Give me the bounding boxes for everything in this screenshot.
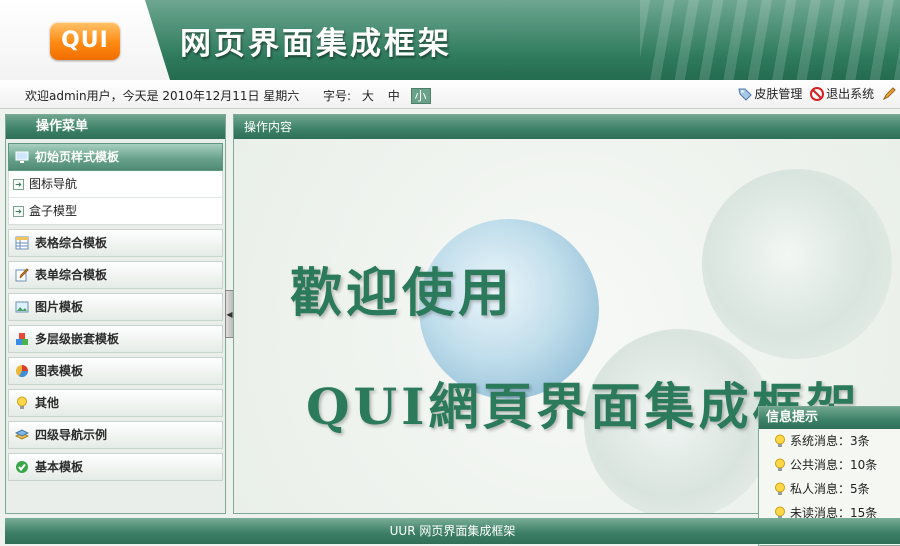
layers-icon bbox=[15, 429, 29, 440]
lightbulb-icon bbox=[17, 396, 27, 409]
globe-decoration bbox=[702, 169, 892, 359]
app-logo: QUI bbox=[50, 22, 120, 60]
sidebar-item-label: 初始页样式模板 bbox=[35, 150, 120, 164]
chevron-left-icon: ◀ bbox=[226, 309, 233, 319]
sidebar-group-nested[interactable]: 多层级嵌套模板 bbox=[8, 325, 223, 353]
sidebar-group-chart[interactable]: 图表模板 bbox=[8, 357, 223, 385]
sidebar-title: 操作菜单 bbox=[6, 115, 225, 139]
header-decoration bbox=[640, 0, 900, 80]
logout-link[interactable]: 退出系统 bbox=[810, 85, 874, 102]
lightbulb-icon bbox=[775, 482, 785, 495]
arrow-right-icon: ➜ bbox=[13, 205, 24, 217]
info-item-label: 私人消息：5条 bbox=[790, 482, 870, 496]
app-title: 网页界面集成框架 bbox=[180, 26, 452, 62]
font-size-large-button[interactable]: 大 bbox=[359, 89, 377, 103]
welcome-text: 欢迎admin用户，今天是 2010年12月11日 星期六 bbox=[25, 89, 300, 103]
sidebar-group-form[interactable]: 表单综合模板 bbox=[8, 261, 223, 289]
lightbulb-icon bbox=[775, 458, 785, 471]
sidebar-group-label: 四级导航示例 bbox=[35, 428, 108, 442]
arrow-right-icon: ➜ bbox=[13, 178, 24, 190]
status-bar: 欢迎admin用户，今天是 2010年12月11日 星期六 字号: 大 中 小 … bbox=[0, 80, 900, 109]
sidebar-group-label: 图片模板 bbox=[35, 300, 84, 314]
sidebar-group-label: 其他 bbox=[35, 396, 60, 410]
font-size-medium-button[interactable]: 中 bbox=[385, 89, 403, 103]
monitor-icon bbox=[15, 151, 29, 163]
sidebar-subitem-label: 图标导航 bbox=[29, 177, 78, 191]
sidebar-subitem-label: 盒子模型 bbox=[29, 204, 78, 218]
sidebar-group-table[interactable]: 表格综合模板 bbox=[8, 229, 223, 257]
info-panel-title: 信息提示 bbox=[759, 407, 900, 429]
sidebar-group-label: 表单综合模板 bbox=[35, 268, 108, 282]
table-icon bbox=[15, 236, 29, 250]
skin-manage-label: 皮肤管理 bbox=[754, 87, 803, 101]
sidebar-group-image[interactable]: 图片模板 bbox=[8, 293, 223, 321]
sidebar-item-initial-template[interactable]: 初始页样式模板 bbox=[8, 143, 223, 171]
sidebar-group-label: 表格综合模板 bbox=[35, 236, 108, 250]
sidebar-group-label: 基本模板 bbox=[35, 460, 84, 474]
pencil-icon bbox=[882, 86, 896, 100]
no-entry-icon bbox=[810, 86, 825, 101]
sidebar-sub-list: ➜ 图标导航 ➜ 盒子模型 bbox=[8, 171, 223, 225]
sidebar-group-label: 图表模板 bbox=[35, 364, 84, 378]
pie-chart-icon bbox=[16, 365, 28, 378]
form-edit-icon bbox=[15, 268, 29, 282]
sidebar-group-label: 多层级嵌套模板 bbox=[35, 332, 120, 346]
skin-manage-link[interactable]: 皮肤管理 bbox=[738, 85, 802, 102]
status-left: 欢迎admin用户，今天是 2010年12月11日 星期六 字号: 大 中 小 bbox=[25, 87, 435, 104]
lightbulb-icon bbox=[775, 434, 785, 447]
sidebar-subitem-box-model[interactable]: ➜ 盒子模型 bbox=[9, 198, 222, 224]
font-size-label: 字号: bbox=[322, 89, 352, 103]
app-header: QUI 网页界面集成框架 bbox=[0, 0, 900, 80]
footer-text: UUR 网页界面集成框架 bbox=[389, 524, 516, 538]
sidebar-subitem-icon-nav[interactable]: ➜ 图标导航 bbox=[9, 171, 222, 198]
info-item-system[interactable]: 系统消息：3条 bbox=[759, 429, 900, 453]
info-item-label: 系统消息：3条 bbox=[790, 434, 870, 448]
welcome-heading: 歡迎使用 bbox=[290, 263, 515, 324]
main-title: 操作内容 bbox=[234, 115, 900, 139]
info-item-private[interactable]: 私人消息：5条 bbox=[759, 477, 900, 501]
tag-icon bbox=[738, 88, 753, 101]
sidebar-group-other[interactable]: 其他 bbox=[8, 389, 223, 417]
check-icon bbox=[16, 461, 28, 473]
info-item-label: 公共消息：10条 bbox=[790, 458, 878, 472]
sidebar: 操作菜单 初始页样式模板 ➜ 图标导航 ➜ 盒子模型 表格综合模板 表单综合模板… bbox=[5, 114, 226, 514]
pencil-link[interactable] bbox=[882, 86, 896, 101]
sidebar-group-four-level-nav[interactable]: 四级导航示例 bbox=[8, 421, 223, 449]
footer: UUR 网页界面集成框架 bbox=[5, 518, 900, 544]
info-item-public[interactable]: 公共消息：10条 bbox=[759, 453, 900, 477]
font-size-small-button[interactable]: 小 bbox=[410, 88, 431, 104]
status-right: 皮肤管理 退出系统 bbox=[738, 85, 900, 104]
logout-label: 退出系统 bbox=[826, 87, 875, 101]
image-icon bbox=[15, 301, 29, 313]
nested-cubes-icon bbox=[16, 333, 28, 345]
sidebar-group-basic[interactable]: 基本模板 bbox=[8, 453, 223, 481]
